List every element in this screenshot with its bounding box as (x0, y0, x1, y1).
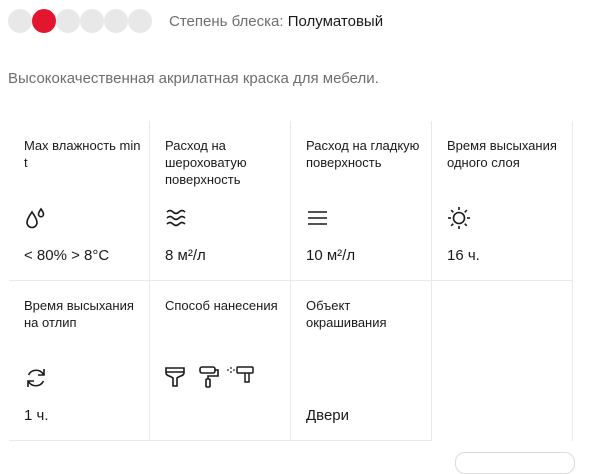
gloss-level-dot[interactable] (128, 9, 152, 33)
gloss-level-dot[interactable] (56, 9, 80, 33)
droplets-icon (26, 207, 45, 229)
spec-rough-consumption: Расход на шероховатую поверхность 8 м²/л (150, 121, 291, 281)
smooth-surface-icon (308, 211, 327, 225)
spray-gun-icon (227, 366, 254, 383)
spec-value: < 80% > 8°C (24, 247, 110, 264)
product-description: Высококачественная акрилатная краска для… (8, 70, 379, 87)
spec-label: Объект окрашивания (306, 298, 387, 330)
refresh-icon (27, 369, 45, 387)
spec-paint-object: Объект окрашивания Двери (291, 281, 432, 441)
spec-tack-free-time: Время высыхания на отлип 1 ч. (9, 281, 150, 441)
spec-humidity: Max влажность min t < 80% > 8°C (9, 121, 150, 281)
spec-layer-drying-time: Время высыхания одного слоя 16 ч. (432, 121, 573, 281)
spec-smooth-consumption: Расход на гладкую поверхность 10 м²/л (291, 121, 432, 281)
spec-value: 8 м²/л (165, 247, 206, 264)
gloss-level-dots (8, 9, 152, 33)
gloss-level-dot[interactable] (8, 9, 32, 33)
gloss-level-dot[interactable] (80, 9, 104, 33)
gloss-level-dot-selected[interactable] (32, 9, 56, 33)
spec-label: Расход на шероховатую поверхность (165, 138, 247, 187)
rough-surface-icon (166, 209, 186, 227)
spec-label: Время высыхания на отлип (24, 298, 134, 330)
spec-value: Двери (306, 407, 350, 424)
gloss-level-row: Степень блеска: Полуматовый (8, 8, 383, 34)
gloss-level-dot[interactable] (104, 9, 128, 33)
spec-label: Способ нанесения (165, 298, 278, 313)
spec-label: Время высыхания одного слоя (447, 138, 557, 170)
roller-icon (199, 366, 219, 388)
spec-value: 16 ч. (447, 247, 480, 264)
spec-label: Max влажность min t (24, 138, 141, 170)
spec-empty-cell (432, 281, 573, 441)
gloss-label: Степень блеска: (169, 12, 284, 30)
sun-icon (448, 207, 470, 229)
gloss-value: Полуматовый (287, 12, 384, 30)
spec-label: Расход на гладкую поверхность (306, 138, 420, 170)
partial-button[interactable] (455, 452, 575, 474)
brush-icon (165, 367, 185, 387)
spec-value: 1 ч. (24, 407, 49, 424)
spec-value: 10 м²/л (306, 247, 356, 264)
gloss-text: Степень блеска: Полуматовый (169, 13, 383, 30)
application-method-icons (164, 365, 264, 391)
specs-grid: Max влажность min t < 80% > 8°C Расход н… (9, 121, 573, 441)
spec-application-method: Способ нанесения (150, 281, 291, 441)
